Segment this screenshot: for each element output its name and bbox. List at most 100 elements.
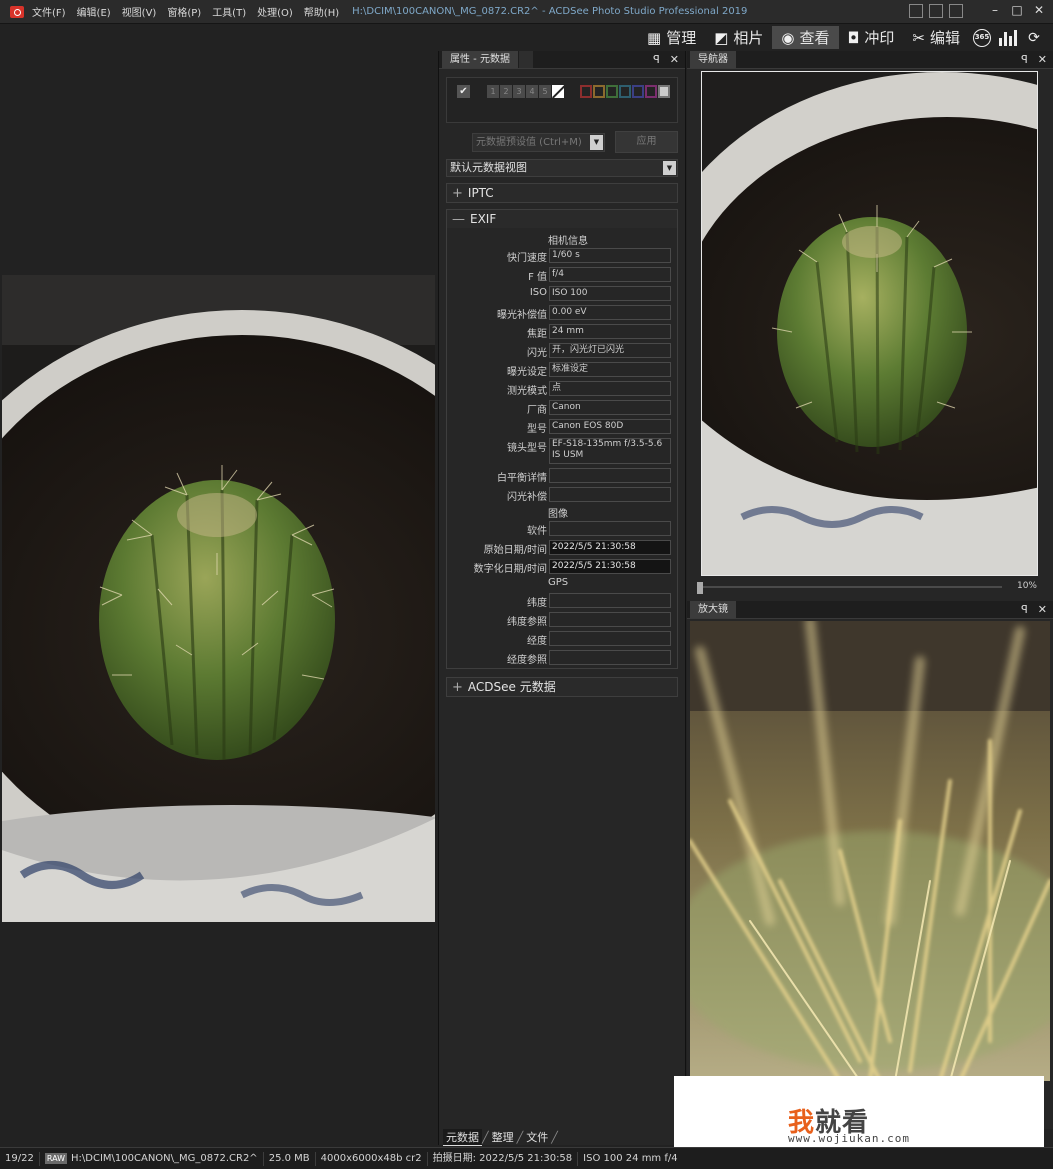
focal-length-field[interactable]: 24 mm: [549, 324, 671, 339]
close-button[interactable]: ✕: [1031, 4, 1047, 18]
iptc-section-header[interactable]: + IPTC: [446, 183, 678, 203]
menu-edit[interactable]: 编辑(E): [77, 4, 111, 19]
iso-field[interactable]: ISO 100: [549, 286, 671, 301]
exif-row-white-balance: 白平衡详情: [447, 468, 679, 484]
properties-bottom-tabs: 元数据 ╱ 整理 ╱ 文件 ╱: [443, 1128, 558, 1146]
latitude-ref-field[interactable]: [549, 612, 671, 627]
acdsee-window: 文件(F) 编辑(E) 视图(V) 窗格(P) 工具(T) 处理(O) 帮助(H…: [0, 0, 1053, 1169]
longitude-ref-field[interactable]: [549, 650, 671, 665]
minimize-button[interactable]: –: [987, 4, 1003, 18]
menu-view[interactable]: 视图(V): [122, 4, 157, 19]
tab-magnifier[interactable]: 放大镜: [690, 601, 736, 618]
pin-icon[interactable]: ꟼ: [1021, 53, 1028, 66]
acdsee-365-icon[interactable]: 365: [969, 26, 995, 49]
shutter-speed-field[interactable]: 1/60 s: [549, 248, 671, 263]
exif-row-flash-comp: 闪光补偿: [447, 487, 679, 503]
main-photo: [2, 275, 435, 922]
exposure-program-field[interactable]: 标准设定: [549, 362, 671, 377]
tab-properties-metadata[interactable]: 属性 - 元数据: [442, 51, 518, 68]
exif-row-flash: 闪光 开，闪光灯已闪光: [447, 343, 679, 359]
color-label-clear[interactable]: [658, 85, 670, 98]
exposure-compensation-field[interactable]: 0.00 eV: [549, 305, 671, 320]
tab-organize[interactable]: 整理: [489, 1129, 517, 1145]
mode-photos-button[interactable]: ◩ 相片: [705, 26, 772, 49]
color-label-red[interactable]: [580, 85, 592, 98]
color-label-purple[interactable]: [632, 85, 644, 98]
color-label-blue[interactable]: [619, 85, 631, 98]
camera-model-field[interactable]: Canon EOS 80D: [549, 419, 671, 434]
menu-pane[interactable]: 窗格(P): [167, 4, 201, 19]
window-controls: – □ ✕: [909, 4, 1047, 18]
image-viewer[interactable]: [0, 51, 437, 1129]
original-datetime-field[interactable]: 2022/5/5 21:30:58: [549, 540, 671, 555]
close-icon[interactable]: ✕: [1038, 603, 1047, 616]
navigator-thumbnail[interactable]: [701, 71, 1038, 576]
layout-right-icon[interactable]: [949, 4, 963, 18]
metadata-preset-select[interactable]: 元数据预设值 (Ctrl+M) ▼: [472, 132, 605, 152]
exif-row-model: 型号 Canon EOS 80D: [447, 419, 679, 435]
mode-edit-button[interactable]: ✂ 编辑: [903, 26, 969, 49]
status-bar: 19/22 RAW H:\DCIM\100CANON\_MG_0872.CR2^ …: [0, 1147, 1053, 1169]
navigator-zoom-slider[interactable]: [697, 582, 1002, 594]
longitude-field[interactable]: [549, 631, 671, 646]
acdsee-metadata-section-header[interactable]: + ACDSee 元数据: [446, 677, 678, 697]
eye-icon: ◉: [781, 28, 795, 47]
exif-row-metering: 测光模式 点: [447, 381, 679, 397]
exif-row-software: 软件: [447, 521, 679, 537]
white-balance-field[interactable]: [549, 468, 671, 483]
rating-2[interactable]: 2: [500, 85, 512, 98]
exif-row-digitized-date: 数字化日期/时间 2022/5/5 21:30:58: [447, 559, 679, 575]
tab-navigator[interactable]: 导航器: [690, 51, 736, 68]
lens-model-field[interactable]: EF-S18-135mm f/3.5-5.6 IS USM: [549, 438, 671, 464]
zoom-level: 10%: [1016, 581, 1037, 591]
exif-row-iso: ISO ISO 100: [447, 286, 679, 302]
metering-mode-field[interactable]: 点: [549, 381, 671, 396]
color-label-green[interactable]: [606, 85, 618, 98]
fnumber-field[interactable]: f/4: [549, 267, 671, 282]
close-icon[interactable]: ✕: [670, 53, 679, 66]
tab-metadata[interactable]: 元数据: [443, 1128, 482, 1146]
rating-4[interactable]: 4: [526, 85, 538, 98]
slider-handle[interactable]: [697, 582, 703, 594]
exif-row-lens: 镜头型号 EF-S18-135mm f/3.5-5.6 IS USM: [447, 438, 679, 466]
mode-view-button[interactable]: ◉ 查看: [772, 26, 839, 49]
exif-section-header[interactable]: — EXIF: [446, 209, 678, 229]
latitude-field[interactable]: [549, 593, 671, 608]
maximize-button[interactable]: □: [1009, 4, 1025, 18]
camera-make-field[interactable]: Canon: [549, 400, 671, 415]
pin-icon[interactable]: ꟼ: [653, 53, 660, 66]
rating-5[interactable]: 5: [539, 85, 551, 98]
rating-1[interactable]: 1: [487, 85, 499, 98]
develop-icon: ◘: [847, 28, 860, 47]
menu-tools[interactable]: 工具(T): [212, 4, 246, 19]
close-icon[interactable]: ✕: [1038, 53, 1047, 66]
flash-compensation-field[interactable]: [549, 487, 671, 502]
color-label-magenta[interactable]: [645, 85, 657, 98]
digitized-datetime-field[interactable]: 2022/5/5 21:30:58: [549, 559, 671, 574]
mode-develop-button[interactable]: ◘ 冲印: [839, 26, 904, 49]
tag-checkbox[interactable]: ✔: [457, 85, 470, 98]
eye-refresh-icon[interactable]: ⟳: [1021, 26, 1047, 49]
window-title: H:\DCIM\100CANON\_MG_0872.CR2^ - ACDSee …: [352, 6, 748, 17]
dashboard-icon[interactable]: [995, 26, 1021, 49]
menu-file[interactable]: 文件(F): [32, 4, 66, 19]
exif-row-focal: 焦距 24 mm: [447, 324, 679, 340]
layout-bottom-icon[interactable]: [929, 4, 943, 18]
tab-file[interactable]: 文件: [523, 1129, 551, 1145]
apply-button[interactable]: 应用: [615, 131, 678, 153]
flash-field[interactable]: 开，闪光灯已闪光: [549, 343, 671, 358]
menu-process[interactable]: 处理(O): [257, 4, 293, 19]
layout-left-icon[interactable]: [909, 4, 923, 18]
exif-row-latitude-ref: 纬度参照: [447, 612, 679, 628]
rating-label-box: ✔ 1 2 3 4 5: [446, 77, 678, 123]
pin-icon[interactable]: ꟼ: [1021, 603, 1028, 616]
camera-info-heading: 相机信息: [548, 236, 588, 247]
rating-3[interactable]: 3: [513, 85, 525, 98]
metadata-view-select[interactable]: 默认元数据视图 ▼: [446, 159, 678, 177]
software-field[interactable]: [549, 521, 671, 536]
camera-app-icon[interactable]: [10, 5, 24, 18]
clear-rating-icon[interactable]: [552, 85, 564, 98]
color-label-yellow[interactable]: [593, 85, 605, 98]
mode-manage-button[interactable]: ▦ 管理: [638, 26, 705, 49]
menu-help[interactable]: 帮助(H): [304, 4, 339, 19]
